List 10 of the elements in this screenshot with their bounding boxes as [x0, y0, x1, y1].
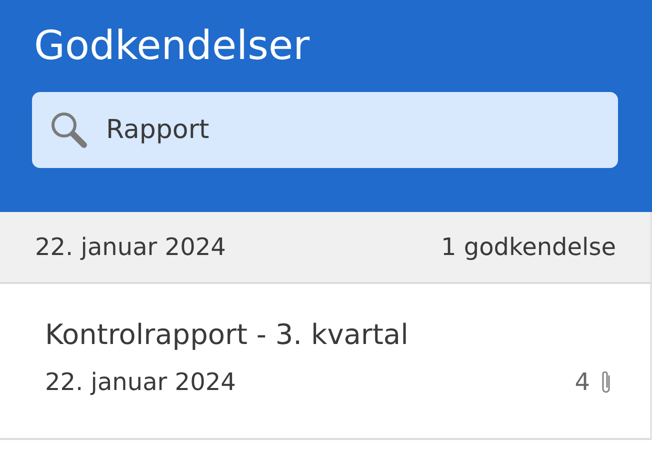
group-count: 1 godkendelse [440, 232, 616, 263]
search-icon [50, 111, 88, 149]
search-field[interactable]: Rapport [32, 92, 618, 168]
paperclip-icon [600, 368, 612, 395]
attachment-count: 4 [574, 366, 590, 398]
list-item[interactable]: Kontrolrapport - 3. kvartal 22. januar 2024 4 [0, 284, 652, 440]
group-date: 22. januar 2024 [35, 232, 226, 263]
item-date: 22. januar 2024 [45, 366, 236, 398]
item-title: Kontrolrapport - 3. kvartal [45, 318, 410, 352]
page-title: Godkendelser [34, 26, 311, 66]
